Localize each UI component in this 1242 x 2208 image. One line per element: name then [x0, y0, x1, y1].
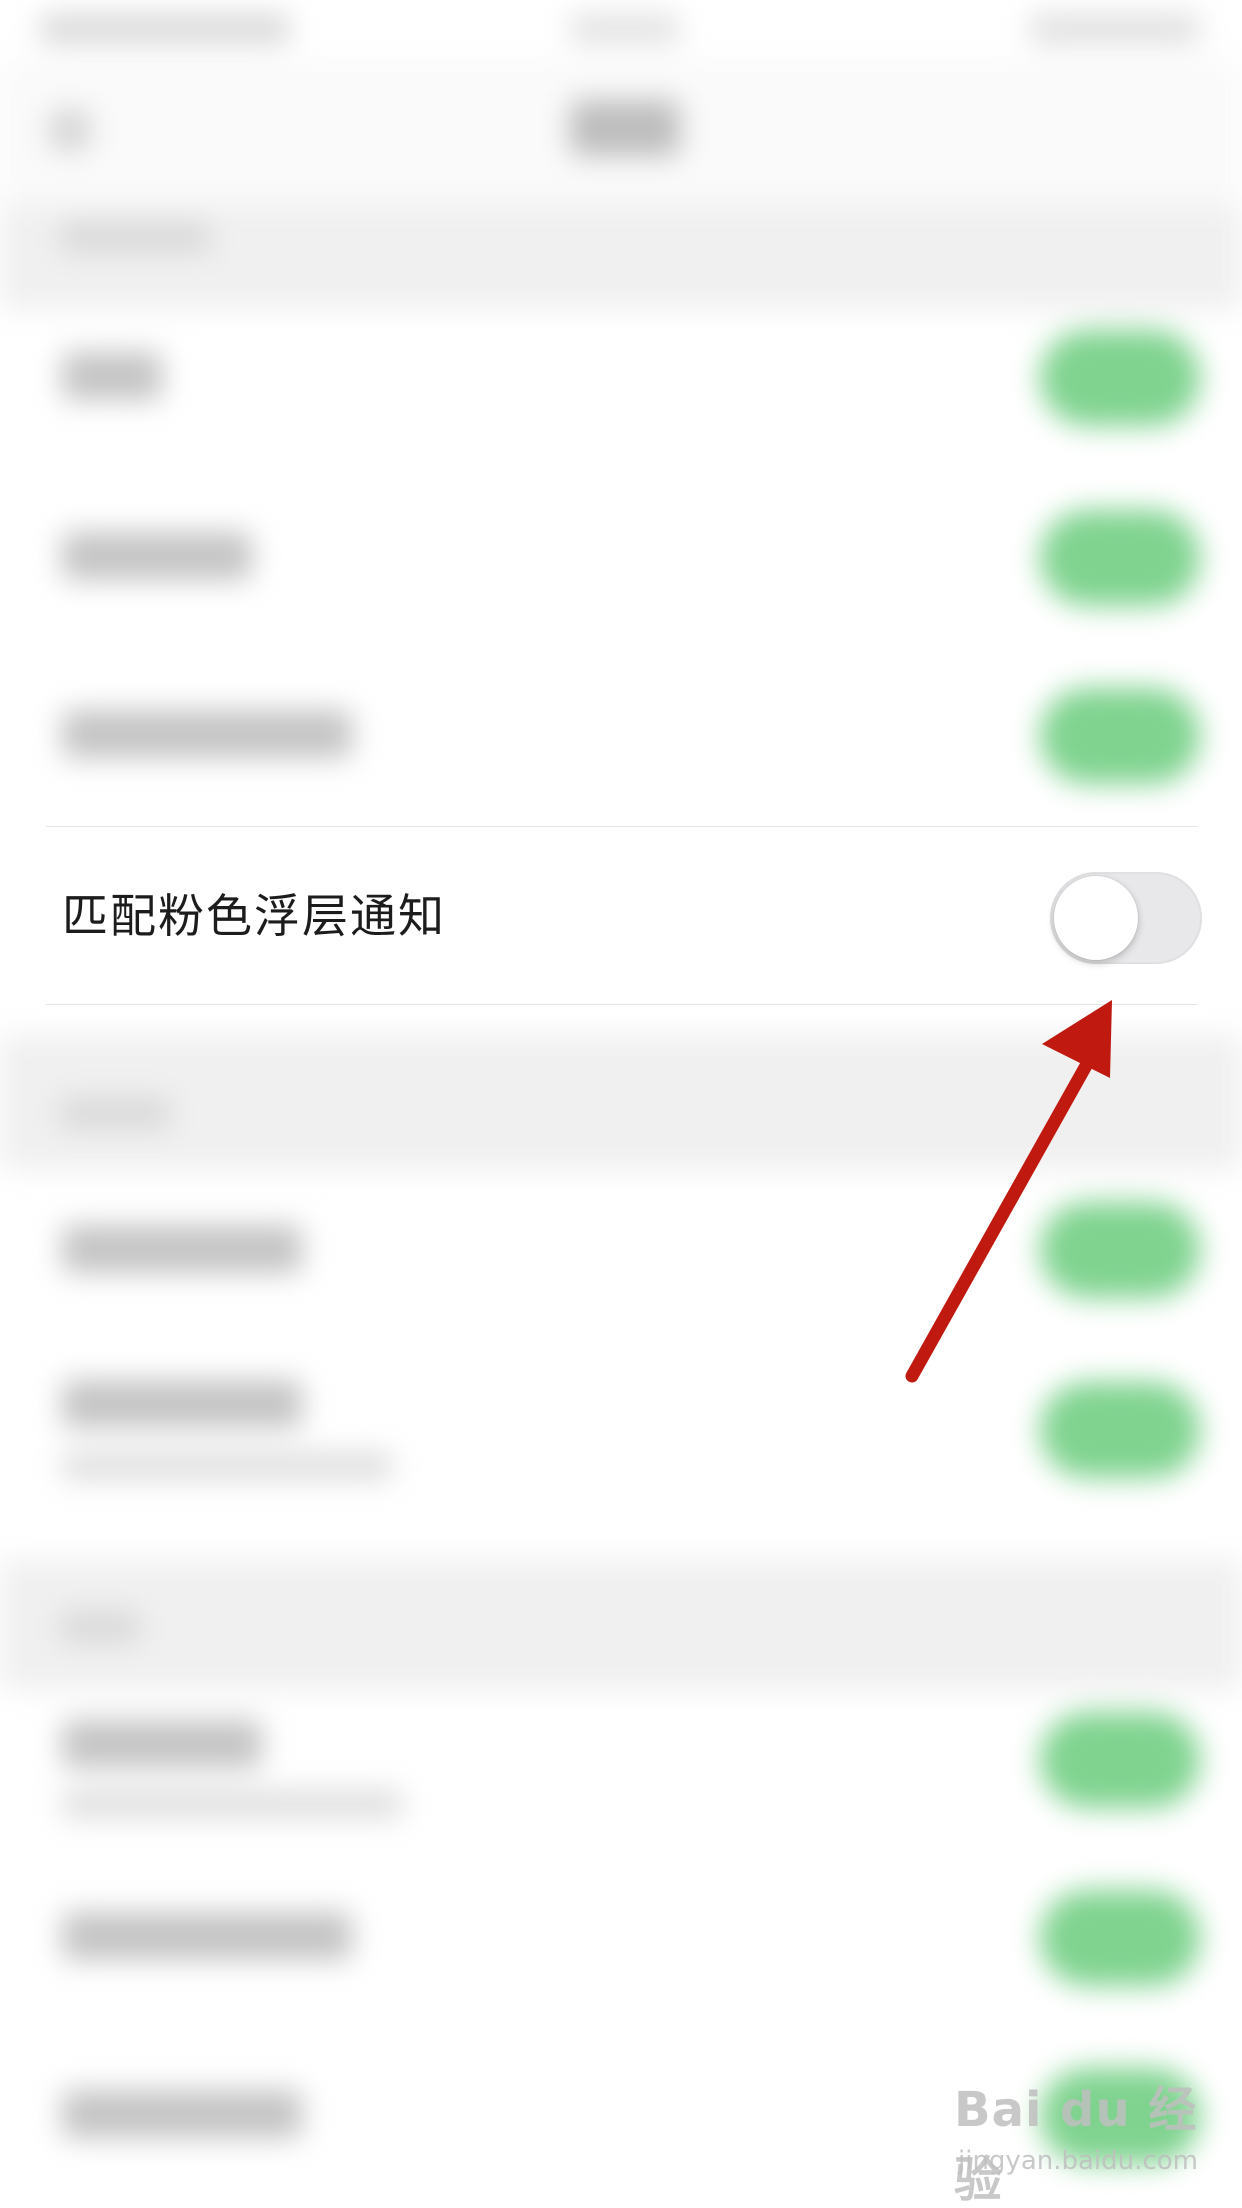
back-icon[interactable] — [50, 110, 90, 150]
section-gap — [0, 1560, 1242, 1690]
toggle-switch[interactable] — [1040, 1890, 1200, 1986]
setting-row-label — [62, 1380, 302, 1428]
setting-row-label — [62, 352, 162, 400]
toggle-switch[interactable] — [1040, 1712, 1200, 1808]
setting-row-subtitle — [62, 1452, 392, 1480]
setting-row-label — [62, 1912, 352, 1960]
blurred-background — [0, 0, 1242, 2208]
setting-row-label — [62, 2090, 302, 2138]
toggle-switch[interactable] — [1040, 510, 1200, 606]
section-header — [60, 1098, 170, 1128]
setting-row-label — [62, 532, 252, 580]
toggle-switch[interactable] — [1040, 688, 1200, 784]
watermark-brand: Bai du 经验 — [954, 2082, 1198, 2208]
setting-label: 匹配粉色浮层通知 — [62, 889, 446, 943]
settings-screen: 匹配粉色浮层通知 Bai du 经验 jingyan.baidu.com — [0, 0, 1242, 2208]
divider — [46, 826, 1198, 827]
setting-row-label — [62, 1225, 302, 1273]
pink-overlay-toggle[interactable] — [1050, 872, 1202, 964]
toggle-switch[interactable] — [1040, 1382, 1200, 1478]
setting-row-label — [62, 710, 352, 758]
status-bar-left — [40, 14, 290, 44]
setting-row-subtitle — [62, 1790, 402, 1818]
watermark: Bai du 经验 jingyan.baidu.com — [950, 2070, 1210, 2208]
page-title — [570, 100, 680, 156]
section-gap — [0, 1035, 1242, 1170]
section-gap — [0, 205, 1242, 310]
section-header — [60, 1612, 140, 1642]
toggle-knob[interactable] — [1054, 876, 1138, 960]
divider — [46, 1004, 1198, 1005]
section-header — [60, 222, 210, 252]
status-bar — [0, 0, 1242, 60]
status-bar-right — [1030, 14, 1200, 44]
watermark-url: jingyan.baidu.com — [958, 2146, 1198, 2176]
toggle-switch[interactable] — [1040, 330, 1200, 426]
status-bar-center — [570, 14, 680, 44]
setting-row-label — [62, 1720, 262, 1768]
toggle-switch[interactable] — [1040, 1202, 1200, 1298]
